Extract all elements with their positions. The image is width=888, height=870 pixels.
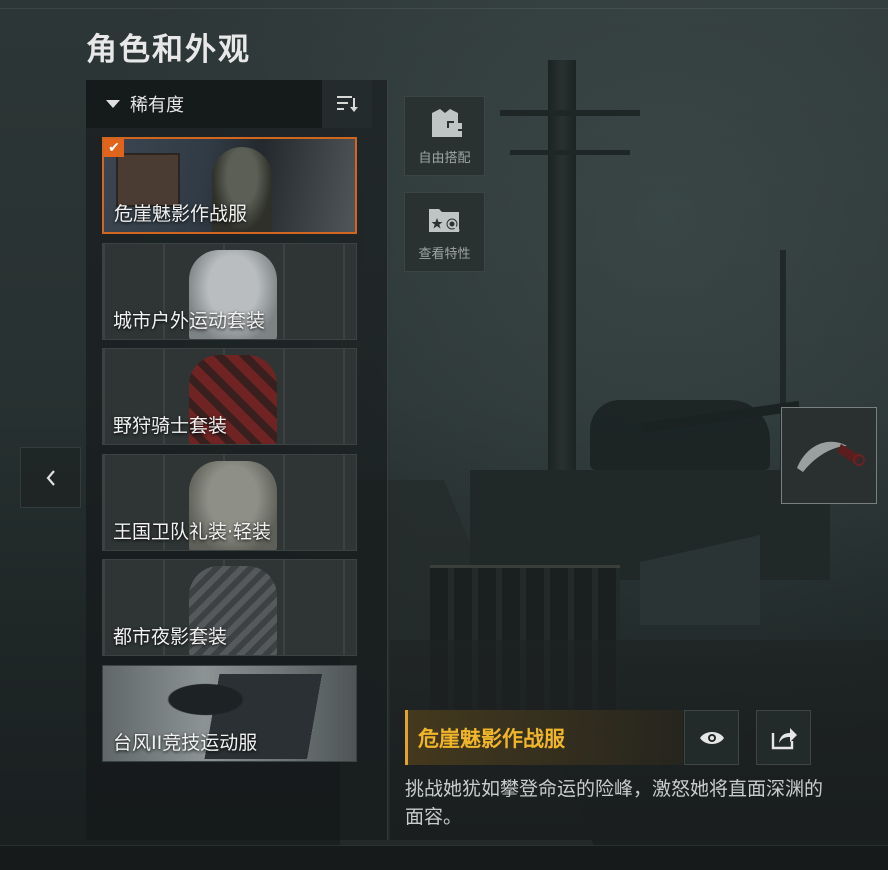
outfit-name: 危崖魅影作战服 (114, 203, 248, 225)
outfit-name: 野狩骑士套装 (113, 415, 228, 438)
share-icon (771, 727, 797, 749)
selected-outfit-banner: 危崖魅影作战服 (405, 710, 683, 765)
chevron-left-icon (46, 469, 55, 486)
top-divider (0, 8, 888, 9)
free-match-button[interactable]: 自由搭配 (404, 96, 485, 176)
sort-icon (337, 96, 358, 112)
preview-button[interactable] (684, 710, 739, 765)
sort-button[interactable] (322, 80, 372, 128)
outfit-mix-icon (431, 109, 462, 137)
outfit-item[interactable]: 王国卫队礼装·轻装 (102, 453, 357, 551)
outfit-item[interactable]: 野狩骑士套装 (102, 348, 357, 446)
view-traits-button[interactable]: 查看特性 (404, 192, 485, 272)
bottom-bar (0, 845, 888, 870)
outfit-description: 挑战她犹如攀登命运的险峰，激怒她将直面深渊的面容。 (405, 778, 824, 828)
selected-check-icon: ✔ (104, 139, 124, 157)
outfit-name: 城市户外运动套装 (113, 309, 266, 332)
free-match-label: 自由搭配 (418, 151, 471, 166)
outfit-item[interactable]: 都市夜影套装 (102, 559, 357, 657)
eye-icon (699, 731, 724, 744)
weapon-thumbnail[interactable] (781, 407, 877, 504)
outfit-item[interactable]: ✔ 危崖魅影作战服 (102, 137, 357, 234)
outfit-name: 王国卫队礼装·轻装 (113, 520, 272, 543)
share-button[interactable] (756, 710, 811, 765)
folder-search-icon (428, 209, 460, 232)
selected-outfit-title: 危崖魅影作战服 (418, 726, 565, 751)
filter-label: 稀有度 (130, 95, 184, 116)
outfit-item[interactable]: 台风II竞技运动服 (102, 664, 357, 762)
caret-down-icon (106, 100, 120, 108)
outfit-name: 台风II竞技运动服 (113, 731, 258, 754)
outfit-name: 都市夜影套装 (113, 626, 228, 649)
outfit-list: ✔ 危崖魅影作战服 城市户外运动套装 野狩骑士套装 王国卫队礼装·轻装 都市夜影… (102, 137, 357, 771)
previous-button[interactable] (20, 447, 81, 508)
karambit-knife-icon (797, 441, 865, 472)
outfit-item[interactable]: 城市户外运动套装 (102, 242, 357, 340)
page-title: 角色和外观 (86, 32, 251, 68)
view-traits-label: 查看特性 (418, 247, 471, 262)
